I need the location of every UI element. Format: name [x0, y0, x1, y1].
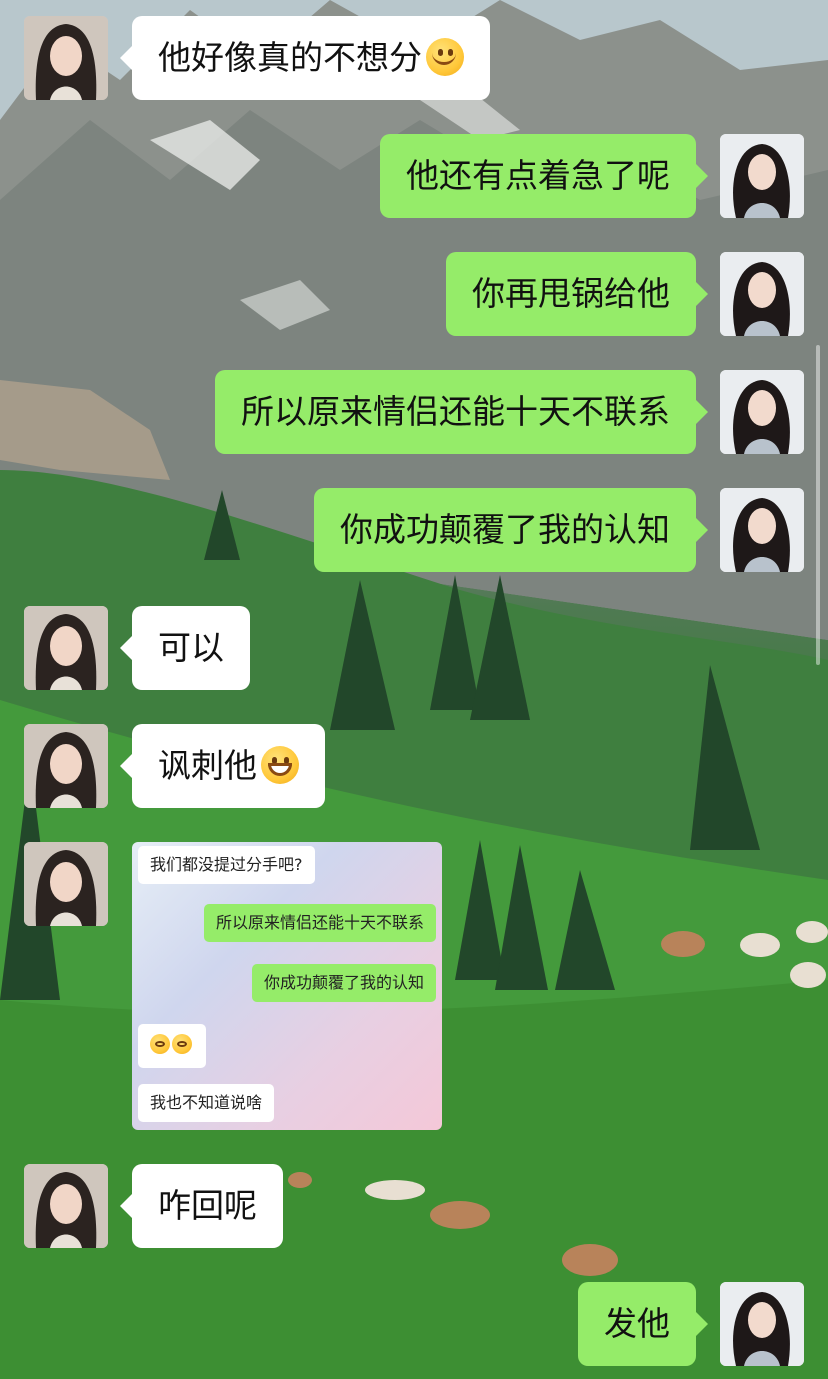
message-text: 你再甩锅给他 [472, 274, 670, 313]
chat-scrollbar[interactable] [816, 345, 820, 665]
message-text: 他还有点着急了呢 [406, 156, 670, 195]
self-avatar[interactable] [720, 134, 804, 218]
message-text: 所以原来情侣还能十天不联系 [241, 392, 670, 431]
message-bubble-received[interactable]: 讽刺他 [120, 724, 325, 808]
thinking-face-icon [426, 37, 464, 76]
self-avatar[interactable] [720, 1282, 804, 1366]
message-text: 发他 [604, 1304, 670, 1343]
message-text: 讽刺他 [158, 746, 257, 785]
screenshot-emoji-message [138, 1024, 206, 1068]
message-bubble-sent[interactable]: 所以原来情侣还能十天不联系 [215, 370, 708, 454]
message-bubble-sent[interactable]: 你再甩锅给他 [446, 252, 708, 336]
pleading-face-icon [150, 1033, 170, 1054]
pleading-face-icon [172, 1033, 192, 1054]
self-avatar[interactable] [720, 488, 804, 572]
screenshot-message: 你成功颠覆了我的认知 [251, 964, 436, 1002]
screenshot-message: 我也不知道说啥 [138, 1084, 275, 1122]
self-avatar[interactable] [720, 252, 804, 336]
contact-avatar[interactable] [24, 1164, 108, 1248]
message-text: 他好像真的不想分 [158, 38, 422, 77]
screenshot-message: 我们都没提过分手吧? [138, 846, 315, 884]
contact-avatar[interactable] [24, 606, 108, 690]
message-text: 你成功颠覆了我的认知 [340, 510, 670, 549]
message-bubble-received[interactable]: 咋回呢 [120, 1164, 283, 1248]
grinning-face-icon [261, 745, 299, 784]
self-avatar[interactable] [720, 370, 804, 454]
message-bubble-sent[interactable]: 发他 [578, 1282, 708, 1366]
screenshot-message: 所以原来情侣还能十天不联系 [203, 904, 436, 942]
contact-avatar[interactable] [24, 842, 108, 926]
message-bubble-received[interactable]: 他好像真的不想分 [120, 16, 490, 100]
message-text: 可以 [158, 628, 224, 667]
message-text: 咋回呢 [158, 1186, 257, 1225]
message-image-screenshot[interactable]: 我们都没提过分手吧? 所以原来情侣还能十天不联系 你成功颠覆了我的认知 我也不知… [132, 842, 442, 1130]
message-bubble-sent[interactable]: 他还有点着急了呢 [380, 134, 708, 218]
message-bubble-sent[interactable]: 你成功颠覆了我的认知 [314, 488, 708, 572]
contact-avatar[interactable] [24, 724, 108, 808]
message-bubble-received[interactable]: 可以 [120, 606, 250, 690]
contact-avatar[interactable] [24, 16, 108, 100]
